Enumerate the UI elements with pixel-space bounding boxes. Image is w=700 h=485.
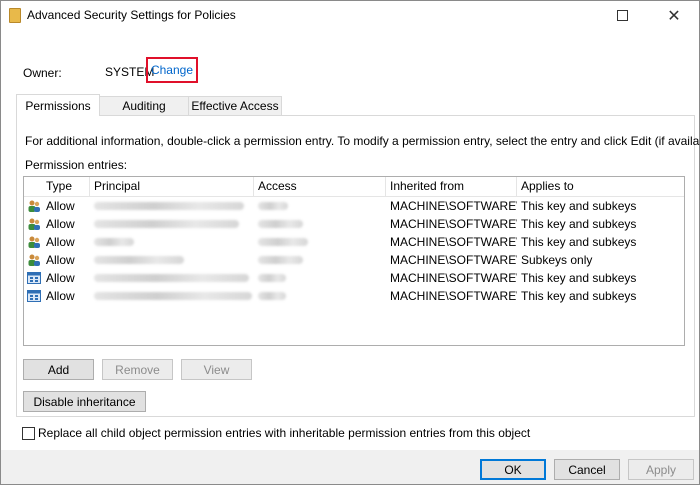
cell-applies-to: This key and subkeys [521, 289, 637, 303]
close-icon: ✕ [667, 5, 681, 25]
cell-principal-redacted [90, 233, 254, 251]
column-header-type[interactable]: Type [42, 177, 90, 196]
cell-access-redacted [254, 233, 386, 251]
tab-permissions[interactable]: Permissions [16, 94, 100, 116]
dialog-client-area: Owner: SYSTEM Change Permissions Auditin… [9, 33, 700, 448]
disable-inheritance-button[interactable]: Disable inheritance [23, 391, 146, 412]
user-group-icon [28, 200, 40, 212]
cell-type: Allow [46, 217, 75, 231]
cell-access-redacted [254, 215, 386, 233]
tab-effective-access[interactable]: Effective Access [188, 96, 282, 115]
title-bar[interactable]: Advanced Security Settings for Policies … [1, 1, 699, 29]
cell-inherited-from: MACHINE\SOFTWARE\... [390, 271, 517, 285]
cell-access-redacted [254, 269, 386, 287]
cell-inherited-from: MACHINE\SOFTWARE\... [390, 217, 517, 231]
cell-type: Allow [46, 235, 75, 249]
replace-child-permissions-label[interactable]: Replace all child object permission entr… [38, 426, 530, 440]
apply-button[interactable]: Apply [628, 459, 694, 480]
table-row[interactable]: Allow MACHINE\SOFTWARE\... This key and … [24, 233, 684, 251]
cell-type: Allow [46, 271, 75, 285]
column-header-applies-to[interactable]: Applies to [517, 177, 684, 196]
cell-applies-to: This key and subkeys [521, 217, 637, 231]
view-button[interactable]: View [181, 359, 252, 380]
table-row[interactable]: Allow MACHINE\SOFTWARE\... This key and … [24, 287, 684, 305]
cell-access-redacted [254, 197, 386, 215]
user-group-icon [28, 218, 40, 230]
cell-applies-to: This key and subkeys [521, 271, 637, 285]
maximize-icon [616, 9, 628, 21]
change-owner-link[interactable]: Change [146, 57, 198, 83]
add-button[interactable]: Add [23, 359, 94, 380]
cell-type: Allow [46, 253, 75, 267]
cell-applies-to: Subkeys only [521, 253, 593, 267]
advanced-security-settings-window: Advanced Security Settings for Policies … [0, 0, 700, 485]
user-group-icon [28, 236, 40, 248]
table-row[interactable]: Allow MACHINE\SOFTWARE\... This key and … [24, 215, 684, 233]
user-group-icon [28, 254, 40, 266]
close-button[interactable]: ✕ [651, 1, 697, 29]
cell-access-redacted [254, 251, 386, 269]
app-package-icon [27, 272, 41, 284]
table-row[interactable]: Allow MACHINE\SOFTWARE\... This key and … [24, 197, 684, 215]
remove-button[interactable]: Remove [102, 359, 173, 380]
cell-applies-to: This key and subkeys [521, 199, 637, 213]
column-header-access[interactable]: Access [254, 177, 386, 196]
app-package-icon [27, 290, 41, 302]
cell-principal-redacted [90, 251, 254, 269]
cancel-button[interactable]: Cancel [554, 459, 620, 480]
maximize-button[interactable] [599, 1, 645, 29]
dialog-button-bar: OK Cancel Apply [1, 450, 699, 484]
permissions-tab-panel: For additional information, double-click… [16, 115, 700, 417]
folder-icon [9, 8, 21, 23]
cell-principal-redacted [90, 215, 254, 233]
cell-principal-redacted [90, 287, 254, 305]
table-row[interactable]: Allow MACHINE\SOFTWARE\... Subkeys only [24, 251, 684, 269]
column-header-principal[interactable]: Principal [90, 177, 254, 196]
cell-type: Allow [46, 289, 75, 303]
cell-inherited-from: MACHINE\SOFTWARE\... [390, 199, 517, 213]
ok-button[interactable]: OK [480, 459, 546, 480]
cell-principal-redacted [90, 269, 254, 287]
permission-entries-list[interactable]: Type Principal Access Inherited from App… [23, 176, 685, 346]
list-header: Type Principal Access Inherited from App… [24, 177, 684, 197]
cell-applies-to: This key and subkeys [521, 235, 637, 249]
cell-inherited-from: MACHINE\SOFTWARE\... [390, 289, 517, 303]
replace-child-permissions-checkbox[interactable] [22, 427, 35, 440]
window-title: Advanced Security Settings for Policies [27, 8, 236, 22]
table-row[interactable]: Allow MACHINE\SOFTWARE\... This key and … [24, 269, 684, 287]
info-text: For additional information, double-click… [25, 134, 700, 148]
cell-principal-redacted [90, 197, 254, 215]
cell-type: Allow [46, 199, 75, 213]
permission-entries-label: Permission entries: [25, 158, 128, 172]
cell-access-redacted [254, 287, 386, 305]
column-header-inherited-from[interactable]: Inherited from [386, 177, 517, 196]
cell-inherited-from: MACHINE\SOFTWARE\... [390, 235, 517, 249]
tab-auditing[interactable]: Auditing [99, 96, 189, 115]
cell-inherited-from: MACHINE\SOFTWARE\... [390, 253, 517, 267]
owner-label: Owner: [23, 66, 62, 80]
